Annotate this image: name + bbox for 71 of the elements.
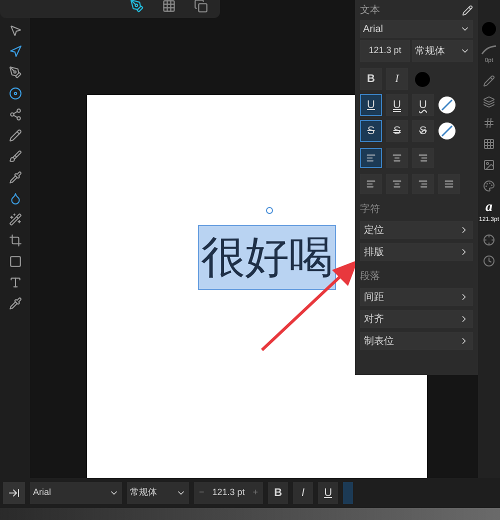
fill-swatch[interactable] [482,22,496,36]
align-left-icon [366,179,376,189]
pencil-icon[interactable] [483,75,495,87]
align-center-icon [392,179,402,189]
underline-button[interactable]: U [318,482,338,504]
alignment-button[interactable] [412,148,434,168]
italic-button[interactable]: I [293,482,314,504]
alignment-button[interactable] [412,174,434,194]
no-color-swatch-icon [438,96,456,114]
pointer-icon[interactable] [8,24,22,37]
droplet-icon[interactable] [8,192,22,205]
stroke-curve-icon[interactable] [481,45,497,55]
font-dropdown[interactable]: Arial [360,20,473,38]
text-studio-icon[interactable]: a [486,201,492,215]
pen-icon[interactable] [130,0,144,13]
nodes-icon[interactable] [8,108,22,121]
square-icon[interactable] [8,255,22,268]
tab-stop-button[interactable] [3,482,25,504]
strikethrough-button[interactable]: S [360,120,382,142]
panel-row[interactable]: 间距 [360,288,473,306]
strikethrough-button[interactable]: S [412,120,434,142]
italic-button[interactable]: I [386,68,408,90]
align-center-icon [392,153,402,163]
clock-icon[interactable] [483,255,495,267]
circle-icon[interactable] [8,87,22,100]
section-heading: 字符 [360,202,381,217]
wand-icon[interactable] [8,213,22,226]
alignment-button[interactable] [386,148,408,168]
pen-icon[interactable] [8,66,22,79]
size-field[interactable]: 121.3 pt [212,486,245,500]
align-justify-icon [444,179,454,189]
alignment-button[interactable] [360,148,382,168]
text-frame-icon[interactable] [8,276,22,289]
alignment-button[interactable] [386,174,408,194]
panel-row[interactable]: 制表位 [360,332,473,350]
layers-icon[interactable] [483,96,495,108]
palette-icon[interactable] [483,180,495,192]
align-right-icon [418,179,428,189]
crosshair-icon[interactable] [483,234,495,246]
eyedropper-icon[interactable] [8,297,22,310]
image-icon[interactable] [483,159,495,171]
bold-button[interactable]: B [268,482,288,504]
alignment-button[interactable] [438,174,460,194]
pencil-icon[interactable] [8,129,22,142]
bold-button[interactable]: B [360,68,382,90]
artistic-text: 很好喝 [201,236,333,280]
size-field[interactable]: 121.3 pt [360,40,410,62]
strikethrough-button[interactable]: S [386,120,408,142]
arrow-to-line-icon [8,487,20,499]
section-heading: 段落 [360,270,381,284]
brush-icon[interactable] [8,150,22,163]
text-selection[interactable]: 很好喝 [198,225,336,290]
panel-row[interactable]: 排版 [360,243,473,261]
node-pointer-icon[interactable] [8,45,22,58]
no-color-swatch-icon [438,122,456,140]
align-right-icon [418,153,428,163]
alignment-button[interactable] [360,174,382,194]
font-dropdown[interactable]: Arial [30,482,122,504]
eyedropper-icon[interactable] [8,171,22,184]
style-dropdown[interactable]: 常规体 [127,482,189,504]
style-dropdown[interactable]: 常规体 [412,40,473,62]
underline-button[interactable]: U [360,94,382,116]
panel-title: 文本 [360,4,380,18]
align-left-icon [366,153,376,163]
panel-row[interactable]: 对齐 [360,310,473,328]
underline-button[interactable]: U [412,94,434,116]
underline-button[interactable]: U [386,94,408,116]
pencil-icon[interactable] [462,4,473,16]
panel-row[interactable]: 定位 [360,221,473,239]
text-color-swatch[interactable] [415,72,430,86]
crop-icon[interactable] [8,234,22,247]
